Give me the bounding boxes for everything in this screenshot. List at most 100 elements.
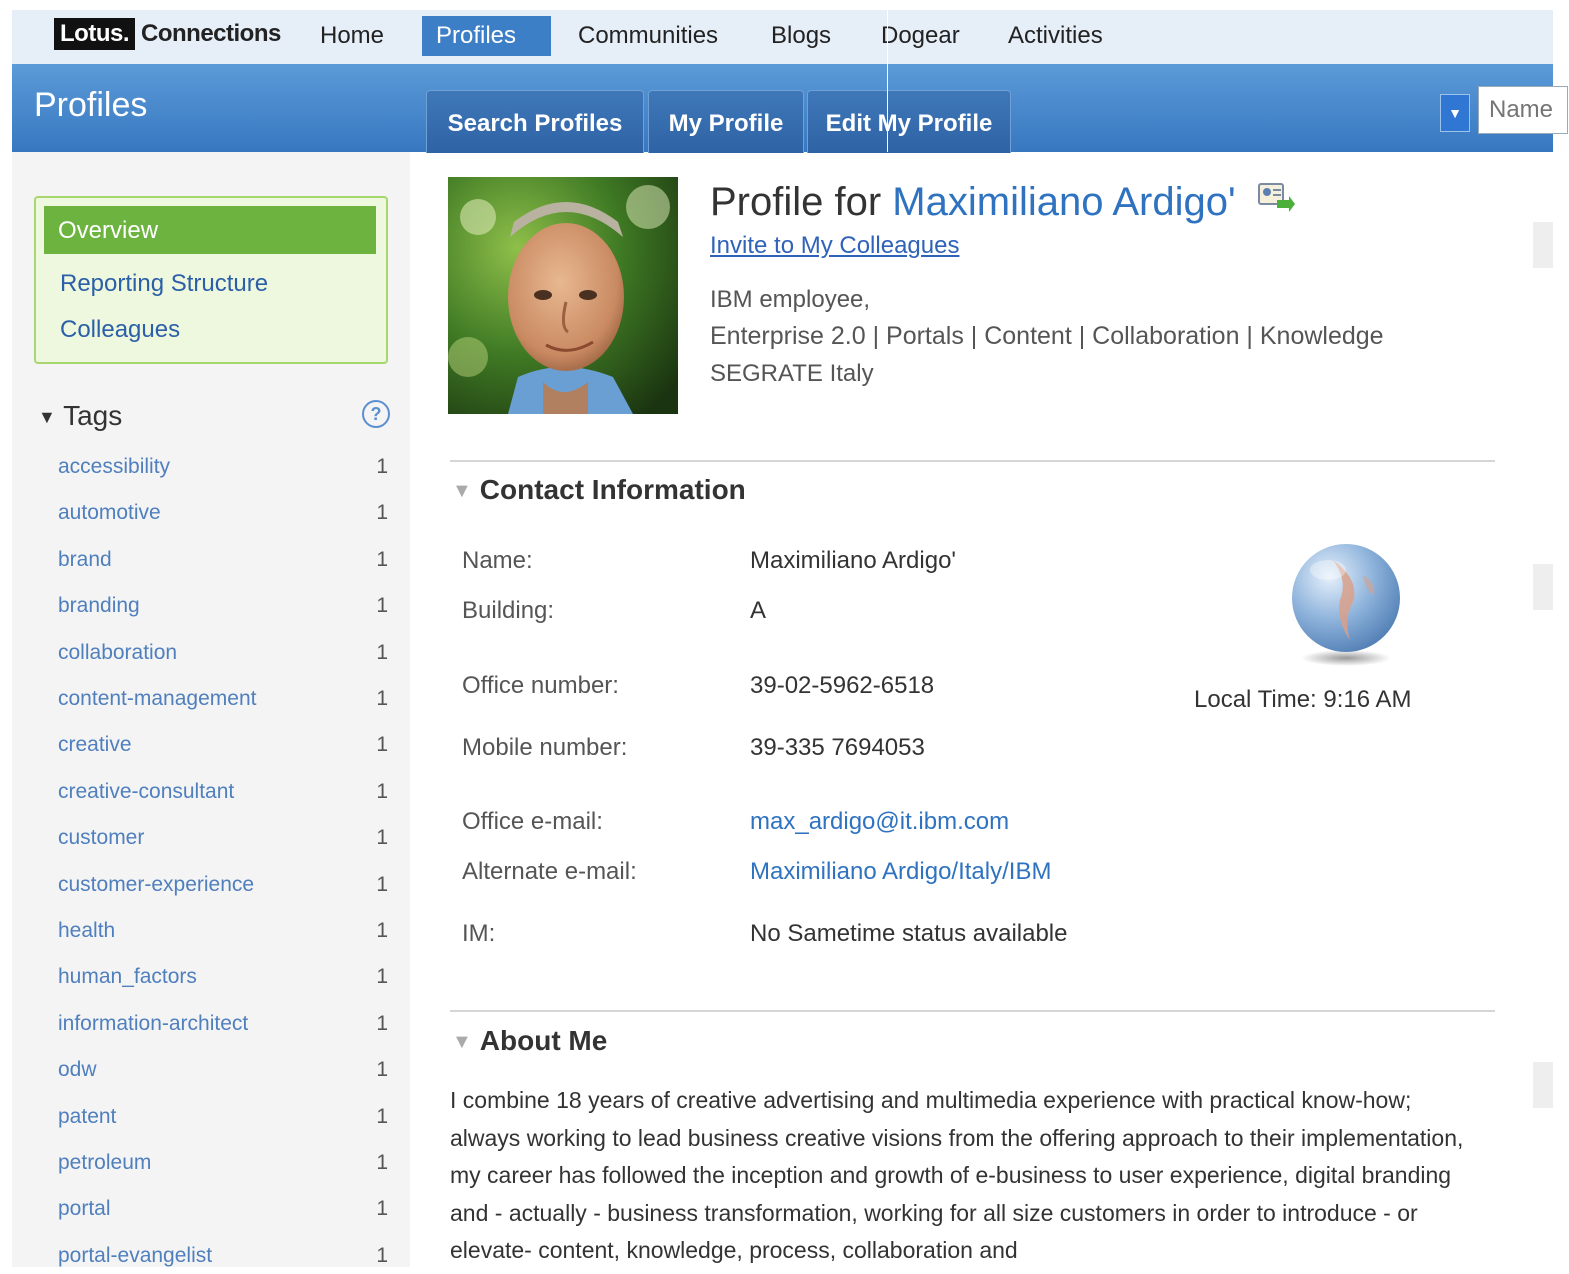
tag-link[interactable]: information-architect [58,1012,248,1036]
contact-value-office-number: 39-02-5962-6518 [750,672,935,699]
lotus-connections-logo[interactable]: Lotus. Connections [54,16,281,52]
tag-link[interactable]: portal-evangelist [58,1244,212,1268]
nav-reporting-structure[interactable]: Reporting Structure [60,270,268,298]
tag-row: content-management 1 [58,687,388,717]
tag-count: 1 [376,501,388,525]
tag-row: petroleum 1 [58,1151,388,1181]
nav-blogs[interactable]: Blogs [757,16,845,56]
tag-row: creative 1 [58,733,388,763]
tag-row: accessibility 1 [58,455,388,485]
tag-row: creative-consultant 1 [58,780,388,810]
tag-row: automotive 1 [58,501,388,531]
nav-colleagues[interactable]: Colleagues [60,316,180,344]
tag-link[interactable]: customer [58,826,144,850]
tag-count: 1 [376,826,388,850]
profile-nav-box: Overview Reporting Structure Colleagues [34,196,388,364]
tag-row: odw 1 [58,1058,388,1088]
tag-row: customer-experience 1 [58,873,388,903]
employee-type: IBM employee, [710,286,871,313]
tag-link[interactable]: branding [58,594,140,618]
invite-to-colleagues-link[interactable]: Invite to My Colleagues [710,232,959,260]
contact-section-heading[interactable]: ▼ Contact Information [452,474,746,506]
nav-profiles[interactable]: Profiles [422,16,551,56]
tag-count: 1 [376,919,388,942]
tag-count: 1 [376,1151,388,1174]
tag-count: 1 [376,1104,388,1128]
contact-value-building: A [750,597,767,624]
right-panel-fragment [1533,564,1553,610]
top-navigation-bar: Lotus. Connections Home Profiles Communi… [12,10,1553,68]
tag-count: 1 [376,1058,388,1082]
about-heading-text: About Me [479,1025,608,1056]
portrait-image [448,177,678,414]
right-panel-fragment [1533,1062,1553,1108]
tag-link[interactable]: automotive [58,501,161,525]
tag-link[interactable]: customer-experience [58,873,254,897]
tag-count: 1 [376,1243,388,1267]
job-title: Enterprise 2.0 | Portals | Content | Col… [710,322,1384,350]
tag-link[interactable]: creative-consultant [58,780,234,804]
help-icon[interactable]: ? [362,400,390,428]
left-sidebar: Overview Reporting Structure Colleagues … [12,152,410,1267]
tag-row: customer 1 [58,826,388,856]
nav-overview[interactable]: Overview [44,206,376,254]
page-title: Profile for Maximiliano Ardigo' [710,180,1295,228]
tag-count: 1 [376,547,388,571]
about-section-heading[interactable]: ▼ About Me [452,1025,607,1057]
tab-my-profile[interactable]: My Profile [648,90,804,153]
nav-dogear[interactable]: Dogear [867,16,974,56]
tag-count: 1 [376,640,388,664]
profile-name: Maximiliano Ardigo' [892,180,1236,224]
profiles-header-band: Profiles Search Profiles My Profile Edit… [12,64,1568,153]
tag-link[interactable]: petroleum [58,1151,151,1175]
tag-count: 1 [376,455,388,478]
tag-link[interactable]: patent [58,1105,116,1129]
tab-edit-my-profile[interactable]: Edit My Profile [807,90,1011,153]
contact-label-office-email: Office e-mail: [462,808,603,835]
tag-row: health 1 [58,919,388,949]
collapse-triangle-icon: ▼ [452,1031,472,1054]
tag-link[interactable]: human_factors [58,965,197,989]
tag-count: 1 [376,872,388,896]
tag-row: collaboration 1 [58,641,388,671]
vcard-download-icon[interactable] [1257,180,1295,228]
profile-photo [448,177,678,414]
office-email-link[interactable]: max_ardigo@it.ibm.com [750,808,1009,836]
globe-icon [1288,540,1403,670]
tag-row: branding 1 [58,594,388,624]
tag-row: portal-evangelist 1 [58,1244,388,1274]
search-scope-dropdown[interactable]: ▼ [1440,94,1470,132]
alternate-email-link[interactable]: Maximiliano Ardigo/Italy/IBM [750,858,1051,886]
tag-link[interactable]: health [58,919,115,943]
tag-row: information-architect 1 [58,1012,388,1042]
search-input[interactable] [1478,86,1568,134]
tag-link[interactable]: portal [58,1197,111,1221]
nav-activities[interactable]: Activities [994,16,1117,56]
title-prefix: Profile for [710,180,882,224]
contact-value-name: Maximiliano Ardigo' [750,547,957,574]
app-title: Profiles [34,86,148,124]
tags-heading[interactable]: ▼ Tags [38,400,122,432]
tag-link[interactable]: odw [58,1058,97,1082]
chevron-down-icon: ▼ [1448,105,1462,121]
nav-home[interactable]: Home [306,16,398,56]
tag-link[interactable]: brand [58,548,112,572]
divider-line [887,10,888,152]
tab-search-profiles[interactable]: Search Profiles [426,90,644,153]
section-divider [450,1010,1495,1012]
contact-value-mobile-number: 39-335 7694053 [750,734,925,761]
tag-link[interactable]: creative [58,733,132,757]
section-divider [450,460,1495,462]
tag-link[interactable]: content-management [58,687,256,711]
logo-lotus-text: Lotus. [54,18,135,50]
tag-row: portal 1 [58,1197,388,1227]
contact-label-alternate-email: Alternate e-mail: [462,858,637,885]
contact-label-name: Name: [462,547,533,574]
contact-label-office-number: Office number: [462,672,619,699]
tag-count: 1 [376,965,388,989]
tag-count: 1 [376,779,388,803]
tag-link[interactable]: accessibility [58,455,170,479]
triangle-down-icon: ▼ [38,407,56,428]
nav-communities[interactable]: Communities [564,16,732,56]
tag-link[interactable]: collaboration [58,641,177,665]
